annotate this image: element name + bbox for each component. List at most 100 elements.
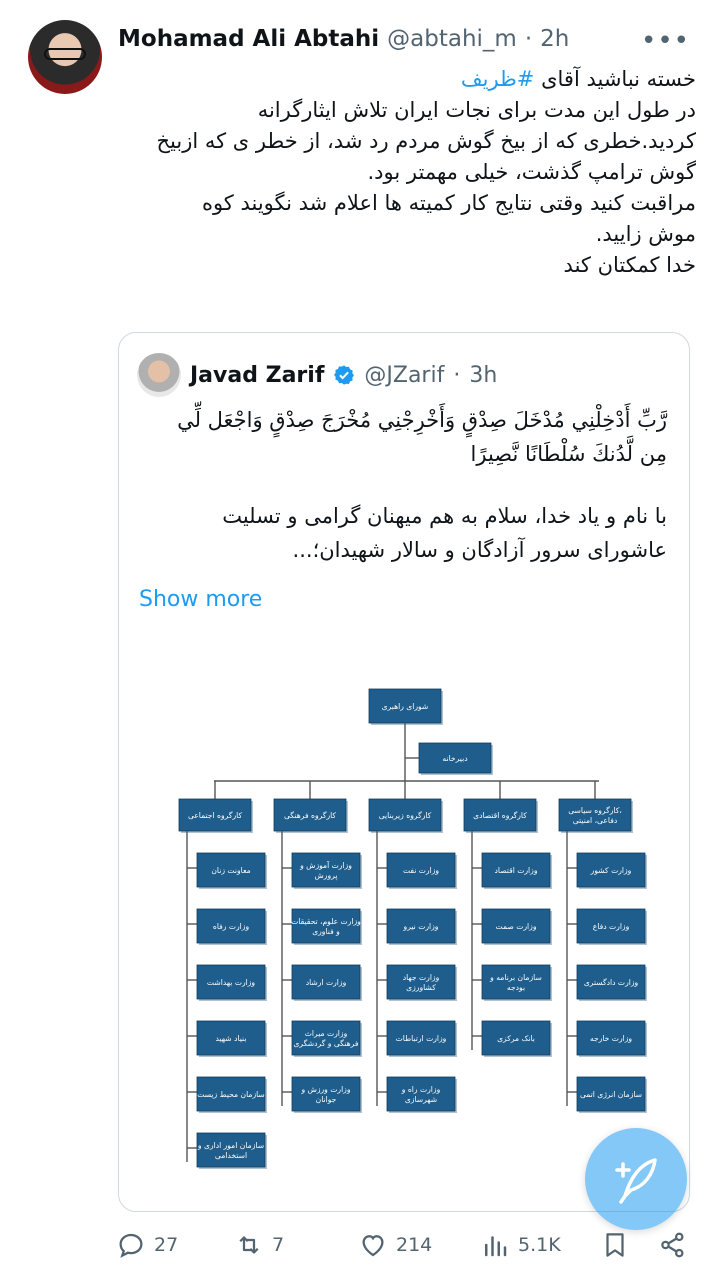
org-box-item: معاونت زنان <box>196 852 267 889</box>
org-chart-label: بودجه <box>507 983 525 992</box>
org-box-item: وزارت صمت <box>481 908 552 945</box>
tweet-line: در طول این مدت برای نجات ایران تلاش ایثا… <box>257 98 696 122</box>
hashtag-link[interactable]: #ظریف <box>461 67 534 91</box>
org-chart-label: سازمان محیط زیست <box>197 1090 265 1099</box>
org-chart-label: وزارت ارتباطات <box>396 1034 447 1043</box>
views-button[interactable]: 5.1K <box>480 1230 561 1260</box>
bookmark-icon <box>606 1233 624 1257</box>
views-count: 5.1K <box>518 1234 561 1256</box>
verse-line: رَّبِّ أَدْخِلْنِي مُدْخَلَ صِدْقٍ وَأَخ… <box>177 408 667 432</box>
org-box-item: سازمان برنامه وبودجه <box>481 964 552 1001</box>
org-chart-label: کارگروه اقتصادی <box>473 811 527 820</box>
views-icon <box>485 1236 507 1257</box>
org-box-item: وزارت ارتباطات <box>386 1020 457 1057</box>
more-horizontal-icon[interactable]: ••• <box>641 26 690 56</box>
org-chart-label: سازمان امور اداری و <box>197 1141 264 1150</box>
show-more-link[interactable]: Show more <box>139 587 262 612</box>
org-box-item: سازمان امور اداری واستخدامی <box>196 1132 267 1169</box>
org-box-item: سازمان محیط زیست <box>196 1076 267 1113</box>
org-chart-label: وزارت دادگستری <box>584 978 639 987</box>
quoted-author-avatar[interactable] <box>137 353 181 397</box>
reply-button[interactable]: 27 <box>116 1230 178 1260</box>
org-chart-label: پرورش <box>315 871 338 880</box>
org-box-column-header: کارگروه اقتصادی <box>463 798 538 833</box>
org-box-item: وزارت بهداشت <box>196 964 267 1001</box>
org-box-item: وزارت نفت <box>386 852 457 889</box>
share-icon <box>661 1232 684 1258</box>
org-chart-label: وزارت بهداشت <box>207 978 256 987</box>
org-box-item: وزارت کشور <box>576 852 647 889</box>
org-chart-label: معاونت زنان <box>211 866 250 875</box>
org-chart-label: وزارت خارجه <box>590 1034 632 1043</box>
org-box-column-header: کارگروه اجتماعی <box>178 798 253 833</box>
org-box-top: شورای راهبری <box>368 688 443 725</box>
separator-dot: · <box>453 362 461 388</box>
share-button[interactable] <box>658 1230 688 1260</box>
author-handle[interactable]: @abtahi_m <box>387 26 517 52</box>
org-chart-label: وزارت علوم، تحقیقات <box>291 917 361 926</box>
org-box-item: سازمان انرژی اتمی <box>576 1076 647 1113</box>
org-box-secretariat: دبیرخانه <box>418 742 493 775</box>
quoted-tweet-text: رَّبِّ أَدْخِلْنِي مُدْخَلَ صِدْقٍ وَأَخ… <box>139 403 667 567</box>
like-button[interactable]: 214 <box>358 1230 432 1260</box>
quoted-author-name[interactable]: Javad Zarif <box>190 363 324 388</box>
org-box-item: وزارت رفاه <box>196 908 267 945</box>
quoted-author-handle[interactable]: @JZarif <box>364 363 444 388</box>
org-chart-label: وزارت ورزش و <box>300 1085 350 1094</box>
tweet-time[interactable]: 2h <box>540 26 569 52</box>
org-box-item: وزارت علوم، تحقیقاتو فناوری <box>291 908 362 945</box>
org-chart-label: وزارت آموزش و <box>299 860 352 870</box>
body-line: عاشورای سرور آزادگان و سالار شهیدان؛... <box>292 538 667 562</box>
org-chart-label: وزارت دفاع <box>593 922 630 931</box>
tweet-line: موش زایید. <box>595 222 696 246</box>
compose-feather-icon <box>615 1158 657 1204</box>
org-chart-label: وزارت اقتصاد <box>495 866 538 875</box>
like-icon <box>362 1235 384 1257</box>
compose-button[interactable] <box>585 1128 687 1230</box>
bookmark-button[interactable] <box>600 1230 630 1260</box>
org-chart-label: وزارت رفاه <box>213 922 250 931</box>
org-box-column-header: کارگروه فرهنگی <box>273 798 348 833</box>
org-box-item: وزارت ارشاد <box>291 964 362 1001</box>
org-chart-label: بنیاد شهید <box>216 1034 247 1043</box>
org-chart-label: وزارت کشور <box>590 866 632 875</box>
quoted-tweet-time[interactable]: 3h <box>469 363 497 388</box>
tweet-line: کردید.خطری که از بیخ گوش مردم رد شد، از … <box>156 129 696 153</box>
reply-count: 27 <box>154 1234 179 1256</box>
org-chart-label: شورای راهبری <box>382 702 429 711</box>
org-box-item: بنیاد شهید <box>196 1020 267 1057</box>
tweet-line-1: خسته نباشید آقای #ظریف <box>460 67 696 91</box>
org-box-item: وزارت راه وشهرسازی <box>386 1076 457 1113</box>
org-chart-label: فرهنگی و گردشگری <box>293 1039 358 1048</box>
org-chart-label: وزارت جهاد <box>403 973 440 982</box>
repost-button[interactable]: 7 <box>234 1230 284 1260</box>
tweet-text: خسته نباشید آقای #ظریف در طول این مدت بر… <box>118 64 696 281</box>
org-chart-label: وزارت میراث <box>305 1029 348 1038</box>
org-box-item: وزارت دفاع <box>576 908 647 945</box>
org-box-item: وزارت دادگستری <box>576 964 647 1001</box>
verified-badge-icon <box>334 365 355 385</box>
body-line: با نام و یاد خدا، سلام به هم میهنان گرام… <box>222 504 667 528</box>
org-chart-label: کارگروه فرهنگی <box>284 811 336 820</box>
author-avatar[interactable] <box>28 20 102 94</box>
org-chart-label: جوانان <box>316 1095 337 1104</box>
org-chart-label: وزارت راه و <box>401 1085 441 1094</box>
author-name[interactable]: Mohamad Ali Abtahi <box>118 26 379 52</box>
org-box-column-header: کارگروه سیاسی،دفاعی، امنیتی <box>558 798 633 833</box>
verse-line: مِن لَّدُنكَ سُلْطَانًا نَّصِيرًا <box>470 442 667 466</box>
reply-icon <box>119 1233 143 1258</box>
separator-dot: · <box>524 26 533 52</box>
org-chart-label: بانک مرکزی <box>497 1034 535 1043</box>
org-chart-label: وزارت نفت <box>403 866 439 875</box>
org-chart-label: وزارت ارشاد <box>306 978 347 987</box>
org-chart-image[interactable]: شورای راهبری دبیرخانه کارگروه اجتماعی معاون… <box>119 653 689 1183</box>
action-bar: 27 7 214 5.1K <box>110 1230 700 1270</box>
org-chart-label: وزارت نیرو <box>403 922 439 931</box>
org-box-item: بانک مرکزی <box>481 1020 552 1057</box>
like-count: 214 <box>396 1234 433 1256</box>
org-box-item: وزارت جهادکشاورزی <box>386 964 457 1001</box>
org-chart-label: کارگروه زیربنایی <box>379 811 432 820</box>
org-chart-label: وزارت صمت <box>496 922 537 931</box>
quoted-tweet-card[interactable]: Javad Zarif @JZarif · 3h رَّبِّ أَدْخِلْ… <box>118 332 690 1212</box>
org-box-column-header: کارگروه زیربنایی <box>368 798 443 833</box>
